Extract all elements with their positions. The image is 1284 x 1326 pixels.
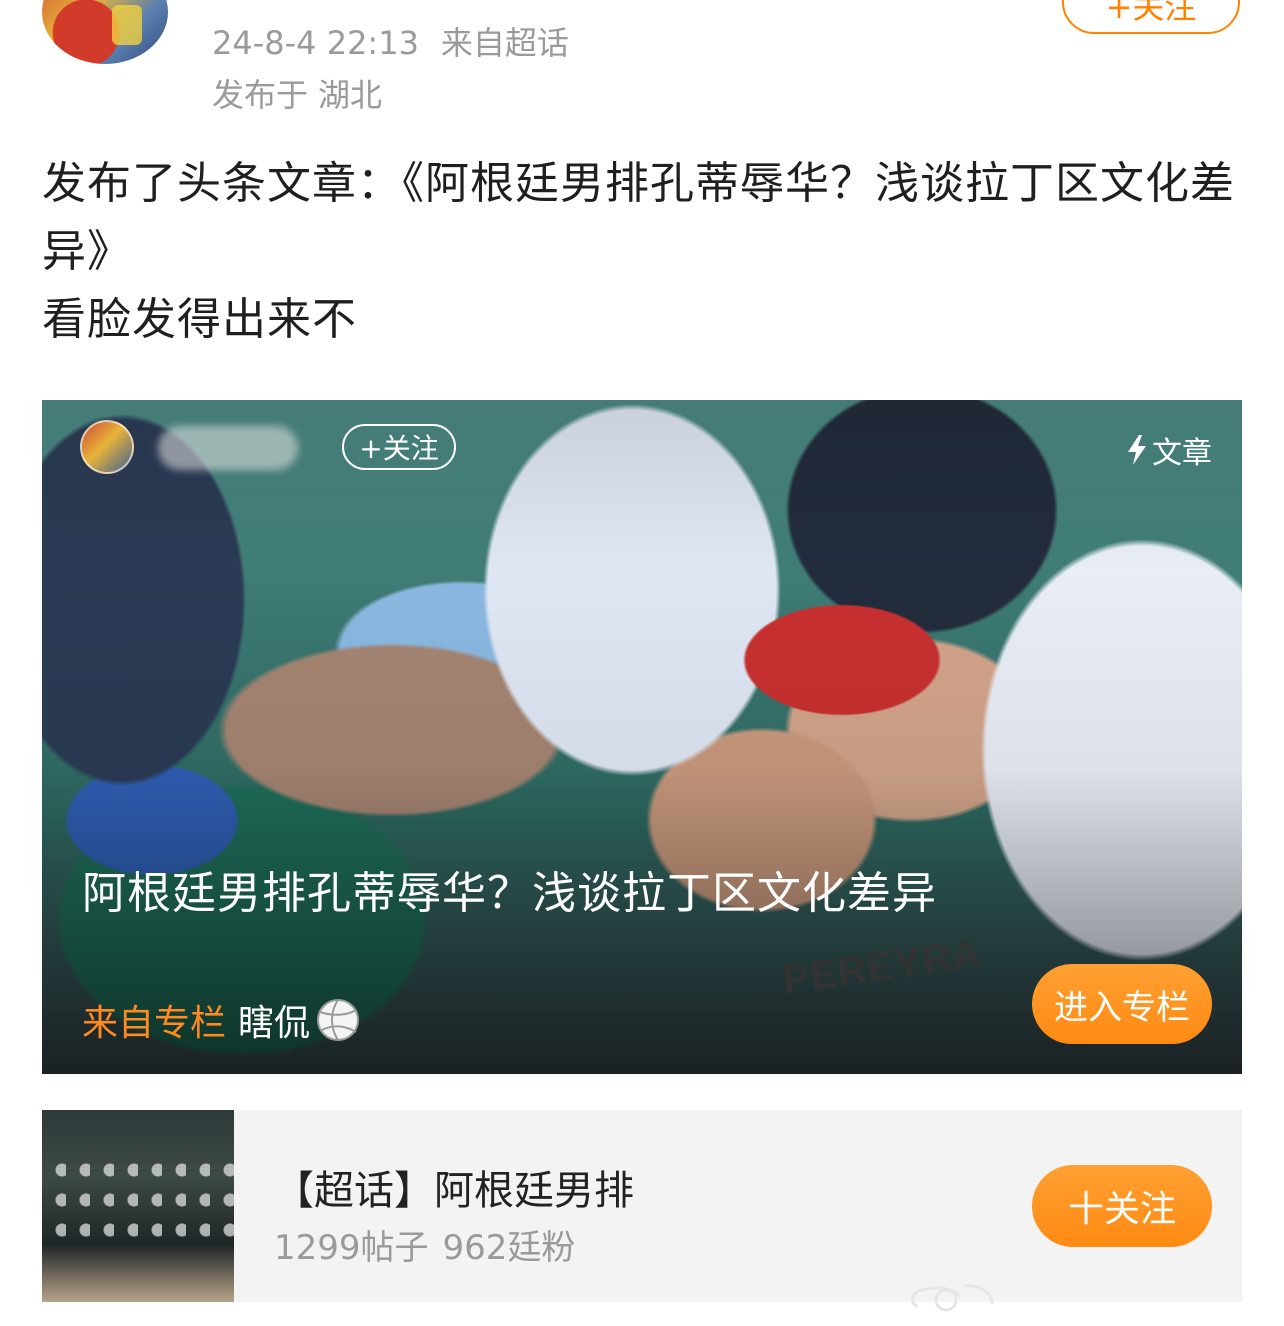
jersey-text: PEREYRA bbox=[779, 931, 985, 1003]
enter-column-button[interactable]: 进入专栏 bbox=[1032, 964, 1212, 1044]
fan-count: 962廷粉 bbox=[442, 1228, 576, 1268]
super-topic-name[interactable]: 【超话】阿根廷男排 bbox=[274, 1158, 634, 1216]
post-meta: 24-8-4 22:13 来自超话 bbox=[212, 18, 569, 64]
post-body: 发布了头条文章：《阿根廷男排孔蒂辱华？浅谈拉丁区文化差异》 看脸发得出来不 bbox=[42, 150, 1242, 354]
card-author-avatar[interactable] bbox=[80, 420, 134, 474]
post-line: 发布了头条文章：《阿根廷男排孔蒂辱华？浅谈拉丁区文化差异》 bbox=[42, 158, 1235, 277]
location-name: 湖北 bbox=[318, 76, 383, 114]
super-topic-card[interactable]: 【超话】阿根廷男排 1299帖子 962廷粉 十关注 bbox=[42, 1110, 1242, 1302]
source-prefix: 来自专栏 bbox=[82, 1003, 227, 1044]
post-count: 1299帖子 bbox=[274, 1228, 429, 1268]
column-name[interactable]: 瞎侃 bbox=[238, 994, 310, 1046]
follow-button[interactable]: +关注 bbox=[1062, 0, 1240, 34]
team-photo bbox=[42, 1150, 234, 1250]
lightning-bolt-icon bbox=[1128, 435, 1146, 465]
post-time: 24-8-4 22:13 bbox=[212, 24, 419, 62]
location-prefix: 发布于 bbox=[212, 76, 309, 114]
post-source[interactable]: 来自超话 bbox=[441, 24, 569, 62]
super-topic-stats: 1299帖子 962廷粉 bbox=[274, 1220, 575, 1269]
watermark-icon bbox=[911, 1284, 994, 1312]
post-location: 发布于 湖北 bbox=[212, 70, 382, 116]
user-avatar[interactable] bbox=[42, 0, 168, 64]
article-type-text: 文章 bbox=[1152, 436, 1212, 471]
volleyball-icon bbox=[317, 999, 360, 1041]
article-source: 来自专栏 瞎侃 bbox=[82, 994, 360, 1046]
article-card[interactable]: PEREYRA +关注 文章 阿根廷男排孔蒂辱华？浅谈拉丁区文化差异 来自专栏 … bbox=[42, 400, 1242, 1074]
card-follow-button[interactable]: +关注 bbox=[342, 424, 456, 470]
super-topic-thumbnail[interactable] bbox=[42, 1110, 234, 1302]
super-topic-follow-button[interactable]: 十关注 bbox=[1032, 1165, 1212, 1247]
post-line: 看脸发得出来不 bbox=[42, 294, 357, 345]
card-author-name-blurred bbox=[158, 426, 298, 470]
article-type-label: 文章 bbox=[1126, 428, 1212, 472]
article-title[interactable]: 阿根廷男排孔蒂辱华？浅谈拉丁区文化差异 bbox=[82, 866, 942, 922]
